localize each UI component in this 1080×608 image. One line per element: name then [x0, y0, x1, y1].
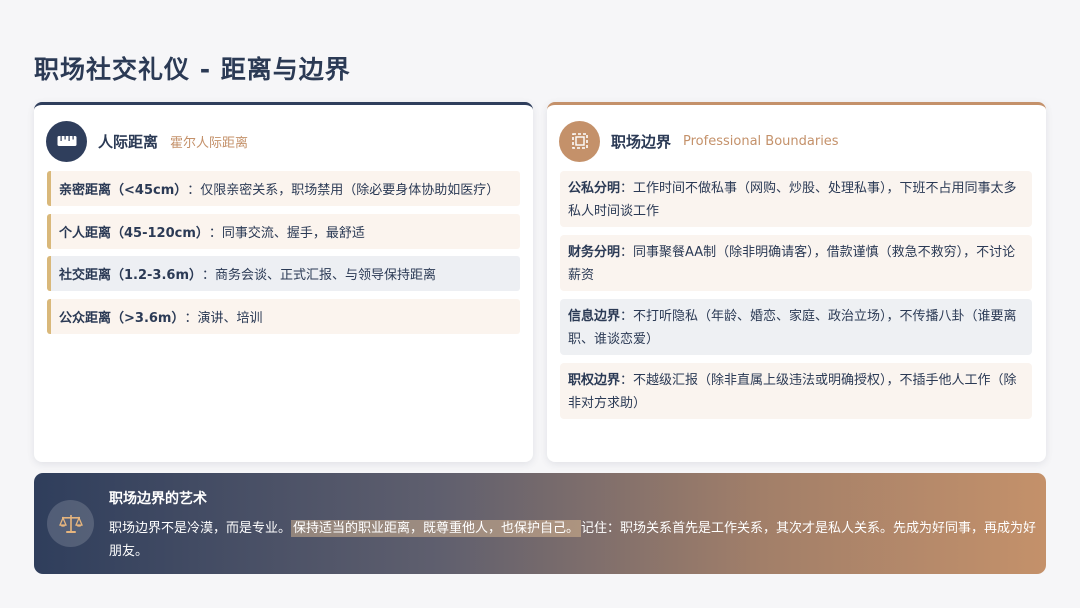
- item-text: ：演讲、培训: [184, 310, 263, 326]
- item-text: ：商务会谈、正式汇报、与领导保持距离: [202, 268, 437, 283]
- item-text: ：不打听隐私（年龄、婚恋、家庭、政治立场），不传播八卦（谁要离职、谁谈恋爱）: [568, 309, 1017, 347]
- item-text: ：工作时间不做私事（网购、炒股、处理私事），下班不占用同事太多私人时间谈工作: [568, 181, 1017, 219]
- balance-scale-icon: [47, 500, 94, 547]
- boundary-frame-icon: [559, 120, 600, 162]
- item-text: ：同事交流、握手，最舒适: [208, 225, 365, 241]
- item-label: 信息边界: [568, 309, 621, 324]
- item-label: 公私分明: [568, 181, 621, 196]
- boundary-list: 公私分明：工作时间不做私事（网购、炒股、处理私事），下班不占用同事太多私人时间谈…: [560, 171, 1032, 427]
- list-item: 亲密距离（<45cm） ：仅限亲密关系，职场禁用（除必要身体协助如医疗）: [47, 171, 520, 206]
- interpersonal-distance-card: 人际距离 霍尔人际距离 亲密距离（<45cm） ：仅限亲密关系，职场禁用（除必要身…: [34, 102, 533, 462]
- workplace-boundaries-card: 职场边界 Professional Boundaries 公私分明：工作时间不做…: [547, 102, 1046, 462]
- banner-text: 职场边界不是冷漠，而是专业。 保持适当的职业距离，既尊重他人，也保护自己。 记住：职…: [109, 517, 1037, 563]
- list-item: 财务分明：同事聚餐AA制（除非明确请客），借款谨慎（救急不救穷），不讨论薪资: [560, 235, 1032, 291]
- item-label: 个人距离（45-120cm）: [59, 225, 209, 241]
- banner-title: 职场边界的艺术: [109, 491, 207, 507]
- card-header: 职场边界 Professional Boundaries: [559, 120, 839, 162]
- list-item: 社交距离（1.2-3.6m） ：商务会谈、正式汇报、与领导保持距离: [47, 256, 520, 291]
- item-text: ：同事聚餐AA制（除非明确请客），借款谨慎（救急不救穷），不讨论薪资: [568, 245, 1016, 283]
- card-subtitle: 霍尔人际距离: [170, 135, 249, 151]
- card-title: 人际距离: [98, 132, 159, 151]
- item-label: 社交距离（1.2-3.6m）: [59, 268, 203, 283]
- list-item: 信息边界：不打听隐私（年龄、婚恋、家庭、政治立场），不传播八卦（谁要离职、谁谈恋…: [560, 299, 1032, 355]
- item-text: ：仅限亲密关系，职场禁用（除必要身体协助如医疗）: [187, 183, 500, 198]
- item-label: 公众距离（>3.6m）: [59, 310, 185, 326]
- card-subtitle: Professional Boundaries: [683, 133, 839, 149]
- list-item: 公私分明：工作时间不做私事（网购、炒股、处理私事），下班不占用同事太多私人时间谈…: [560, 171, 1032, 227]
- item-text: ：不越级汇报（除非直属上级违法或明确授权），不插手他人工作（除非对方求助）: [568, 373, 1017, 411]
- banner-text-intro: 职场边界不是冷漠，而是专业。: [109, 521, 292, 536]
- list-item: 个人距离（45-120cm） ：同事交流、握手，最舒适: [47, 213, 520, 249]
- ruler-icon: [46, 120, 87, 162]
- card-header: 人际距离 霍尔人际距离: [46, 120, 248, 162]
- summary-banner: 职场边界的艺术 职场边界不是冷漠，而是专业。 保持适当的职业距离，既尊重他人，也保…: [34, 473, 1046, 574]
- item-label: 职权边界: [568, 373, 621, 388]
- list-item: 公众距离（>3.6m） ：演讲、培训: [47, 298, 520, 334]
- item-label: 亲密距离（<45cm）: [59, 183, 188, 198]
- card-title: 职场边界: [611, 132, 672, 151]
- list-item: 职权边界：不越级汇报（除非直属上级违法或明确授权），不插手他人工作（除非对方求助…: [560, 363, 1032, 419]
- page-title: 职场社交礼仪 - 距离与边界: [34, 55, 351, 84]
- distance-list: 亲密距离（<45cm） ：仅限亲密关系，职场禁用（除必要身体协助如医疗） 个人距离…: [47, 171, 520, 341]
- item-label: 财务分明: [568, 245, 621, 260]
- banner-highlight: 保持适当的职业距离，既尊重他人，也保护自己。: [291, 520, 582, 537]
